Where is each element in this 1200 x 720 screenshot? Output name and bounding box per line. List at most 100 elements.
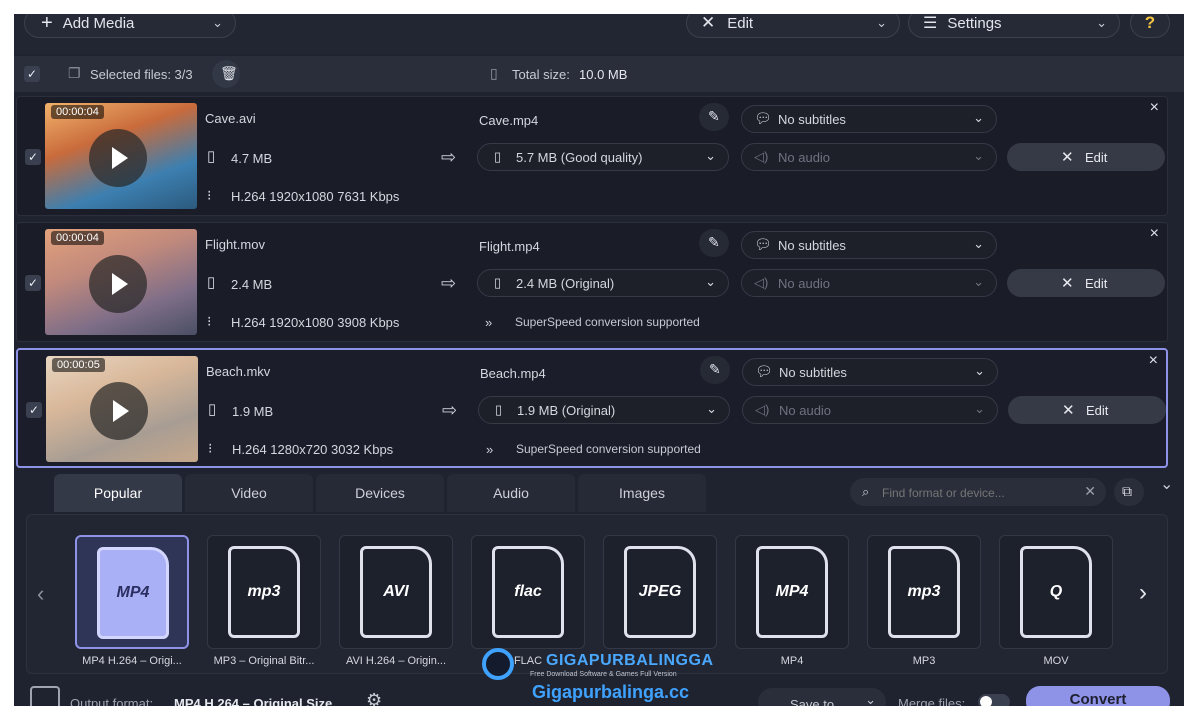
audio-dropdown[interactable]: ◁) No audio ⌄ xyxy=(742,396,998,424)
output-format-icon xyxy=(30,686,60,706)
settings-menu-button[interactable]: ☰ Settings ⌄ xyxy=(908,14,1120,38)
tab-devices[interactable]: Devices xyxy=(316,474,444,512)
format-file-icon: mp3 xyxy=(228,546,300,638)
edit-file-label: Edit xyxy=(1086,403,1109,418)
output-size-label: 2.4 MB (Original) xyxy=(516,276,615,291)
search-input[interactable] xyxy=(880,482,1074,504)
edit-file-button[interactable]: ✕ Edit xyxy=(1008,396,1166,424)
tab-video[interactable]: Video xyxy=(185,474,313,512)
watermark-url: Gigapurbalinga.cc xyxy=(532,682,690,702)
format-tile[interactable]: MP4 xyxy=(75,535,189,649)
format-tile-label: AVI H.264 – Origin... xyxy=(345,655,447,667)
format-tile[interactable]: mp3 xyxy=(207,535,321,649)
bottom-white-strip-left xyxy=(250,706,930,720)
play-icon[interactable] xyxy=(89,129,147,187)
video-thumbnail[interactable]: 00:00:05 xyxy=(46,356,198,462)
source-file-size: 4.7 MB xyxy=(231,151,273,166)
format-tile[interactable]: Q xyxy=(999,535,1113,649)
chevron-down-icon: ⌄ xyxy=(974,363,985,378)
superspeed-note: SuperSpeed conversion supported xyxy=(516,442,701,456)
merge-files-toggle[interactable] xyxy=(978,694,1010,706)
source-file-name: Cave.avi xyxy=(205,111,256,126)
collapse-chevron-icon[interactable]: ⌄ xyxy=(1160,474,1173,494)
file-checkbox[interactable]: ✓ xyxy=(25,149,41,165)
remove-file-close-icon[interactable]: × xyxy=(1150,225,1159,243)
next-arrow-icon[interactable]: › xyxy=(1139,579,1147,607)
audio-dropdown[interactable]: ◁) No audio ⌄ xyxy=(741,269,997,297)
tab-images[interactable]: Images xyxy=(578,474,706,512)
format-tabs: PopularVideoDevicesAudioImages ⌕ ✕ ⧉ ⌄ xyxy=(14,474,1184,514)
total-size-value: 10.0 MB xyxy=(579,67,628,82)
help-button[interactable]: ? xyxy=(1130,14,1170,38)
subtitles-dropdown[interactable]: 💬︎ No subtitles ⌄ xyxy=(741,231,997,259)
rename-button[interactable]: ✎ xyxy=(699,103,729,131)
rename-button[interactable]: ✎ xyxy=(699,229,729,257)
file-row[interactable]: ✓ 00:00:04 Flight.mov ▯ 2.4 MB ⁝ H.264 1… xyxy=(16,222,1168,342)
sliders-icon: ☰ xyxy=(923,15,938,32)
plus-icon: + xyxy=(41,14,53,34)
output-size-dropdown[interactable]: ▯ 5.7 MB (Good quality) ⌄ xyxy=(477,143,729,171)
format-tile-label: MOV xyxy=(1043,655,1069,667)
file-checkbox[interactable]: ✓ xyxy=(26,402,42,418)
duration-label: 00:00:04 xyxy=(51,105,104,119)
audio-dropdown[interactable]: ◁) No audio ⌄ xyxy=(741,143,997,171)
edit-menu-button[interactable]: ✕ Edit ⌄ xyxy=(686,14,900,38)
add-media-button[interactable]: + Add Media ⌄ xyxy=(24,14,236,38)
output-size-dropdown[interactable]: ▯ 1.9 MB (Original) ⌄ xyxy=(478,396,730,424)
output-size-label: 5.7 MB (Good quality) xyxy=(516,150,643,165)
format-tile[interactable]: JPEG xyxy=(603,535,717,649)
video-thumbnail[interactable]: 00:00:04 xyxy=(45,103,197,209)
rename-button[interactable]: ✎ xyxy=(700,356,730,384)
subtitles-dropdown[interactable]: 💬︎ No subtitles ⌄ xyxy=(741,105,997,133)
output-size-dropdown[interactable]: ▯ 2.4 MB (Original) ⌄ xyxy=(477,269,729,297)
tab-audio[interactable]: Audio xyxy=(447,474,575,512)
remove-file-close-icon[interactable]: × xyxy=(1150,99,1159,117)
select-all-checkbox[interactable]: ✓ xyxy=(24,66,40,82)
pencil-icon: ✎ xyxy=(708,234,720,250)
prev-arrow-icon[interactable]: ‹ xyxy=(37,581,44,607)
file-icon: ▯ xyxy=(208,401,217,418)
convert-arrow-icon: ⇨ xyxy=(442,400,458,420)
speaker-icon: ◁) xyxy=(755,402,770,417)
format-search[interactable]: ⌕ ✕ xyxy=(850,478,1106,506)
speech-bubble-icon: 💬︎ xyxy=(755,363,773,379)
speech-bubble-icon: 💬︎ xyxy=(754,110,772,126)
format-tile[interactable]: flac xyxy=(471,535,585,649)
superspeed-note: SuperSpeed conversion supported xyxy=(515,315,700,329)
delete-button[interactable]: 🗑 xyxy=(212,60,240,88)
output-settings-gear-icon[interactable]: ⚙ xyxy=(366,690,382,706)
codec-icon: ⁝ xyxy=(207,313,212,329)
convert-button[interactable]: Convert xyxy=(1026,686,1170,706)
output-format-value[interactable]: MP4 H.264 – Original Size xyxy=(174,696,332,706)
video-thumbnail[interactable]: 00:00:04 xyxy=(45,229,197,335)
superspeed-icon: » xyxy=(485,315,493,330)
duration-label: 00:00:05 xyxy=(52,358,105,372)
file-checkbox[interactable]: ✓ xyxy=(25,275,41,291)
format-tile[interactable]: MP4 xyxy=(735,535,849,649)
trash-icon: 🗑 xyxy=(220,65,238,81)
help-icon: ? xyxy=(1144,14,1156,32)
file-row[interactable]: ✓ 00:00:05 Beach.mkv ▯ 1.9 MB ⁝ H.264 12… xyxy=(16,348,1168,468)
source-codec-info: H.264 1920x1080 7631 Kbps xyxy=(231,189,400,204)
speaker-icon: ◁) xyxy=(754,149,769,164)
play-icon[interactable] xyxy=(90,382,148,440)
save-to-button[interactable]: Save to ⌄ xyxy=(758,688,886,706)
subtitles-label: No subtitles xyxy=(778,112,846,127)
edit-file-button[interactable]: ✕ Edit xyxy=(1007,143,1165,171)
convert-arrow-icon: ⇨ xyxy=(441,147,457,167)
merge-files-label: Merge files: xyxy=(898,696,966,706)
edit-file-button[interactable]: ✕ Edit xyxy=(1007,269,1165,297)
remove-file-close-icon[interactable]: × xyxy=(1149,352,1158,370)
chevron-down-icon: ⌄ xyxy=(973,148,984,163)
clear-icon[interactable]: ✕ xyxy=(1084,483,1096,500)
top-toolbar: + Add Media ⌄ ✕ Edit ⌄ ☰ Settings ⌄ ? xyxy=(14,14,1184,54)
play-icon[interactable] xyxy=(89,255,147,313)
source-file-size: 1.9 MB xyxy=(232,404,274,419)
tab-popular[interactable]: Popular xyxy=(54,474,182,512)
format-file-icon: Q xyxy=(1020,546,1092,638)
subtitles-dropdown[interactable]: 💬︎ No subtitles ⌄ xyxy=(742,358,998,386)
format-tile[interactable]: AVI xyxy=(339,535,453,649)
format-tile[interactable]: mp3 xyxy=(867,535,981,649)
file-row[interactable]: ✓ 00:00:04 Cave.avi ▯ 4.7 MB ⁝ H.264 192… xyxy=(16,96,1168,216)
device-detect-button[interactable]: ⧉ xyxy=(1114,478,1144,506)
